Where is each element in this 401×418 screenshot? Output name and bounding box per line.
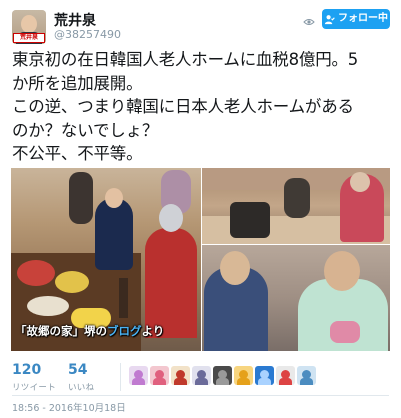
photo-caption-suffix: より [141,324,165,338]
tweet-card: 荒井泉 荒井泉 @38257490 フォロー中 東京初の在日韓国人老人ホームに血… [0,0,401,418]
photo-hall[interactable] [202,168,390,244]
tweet-timestamp[interactable]: 18:56 - 2016年10月18日 [12,400,126,414]
photo-collage[interactable]: 「故郷の家」堺のブログより [11,168,390,351]
retweet-label: リツイート [12,383,57,393]
tweet-line: この逆、つまり韓国に日本人老人ホームがある [12,97,354,116]
liker-avatars [129,366,316,386]
photo-caption: 「故郷の家」堺のブログより [15,323,164,339]
liker-avatar-6-icon[interactable] [234,366,253,385]
user-avatar[interactable]: 荒井泉 [12,10,46,44]
more-options-icon[interactable] [303,13,315,32]
like-count[interactable]: 54 [68,362,87,378]
blog-link[interactable]: ブログ [107,324,142,338]
stats-separator [120,363,121,391]
liker-avatar-5-icon[interactable] [213,366,232,385]
follow-button-label: フォロー中 [338,13,388,24]
retweet-count[interactable]: 120 [12,362,41,378]
liker-avatar-4-icon[interactable] [192,366,211,385]
follow-button[interactable]: フォロー中 [322,9,390,29]
tweet-line: 東京初の在日韓国人老人ホームに血税8億円。5 [12,50,359,69]
person-check-icon [324,14,335,25]
liker-avatar-1-icon[interactable] [129,366,148,385]
avatar-name-tag: 荒井泉 [13,33,45,43]
tweet-text: 東京初の在日韓国人老人ホームに血税8億円。5 か所を追加展開。 この逆、つまり韓… [12,48,392,166]
liker-avatar-3-icon[interactable] [171,366,190,385]
liker-avatar-2-icon[interactable] [150,366,169,385]
photo-residents[interactable] [202,245,390,351]
tweet-line: 不公平、不平等。 [12,144,143,163]
divider [12,395,389,396]
user-handle[interactable]: @38257490 [54,28,121,41]
user-display-name[interactable]: 荒井泉 [54,10,96,30]
liker-avatar-7-icon[interactable] [255,366,274,385]
liker-avatar-9-icon[interactable] [297,366,316,385]
like-label: いいね [68,383,95,393]
liker-avatar-8-icon[interactable] [276,366,295,385]
photo-caption-prefix: 「故郷の家」堺の [15,324,107,338]
tweet-line: のか？ないでしょ？ [12,120,159,140]
tweet-line: か所を追加展開。 [12,73,143,93]
